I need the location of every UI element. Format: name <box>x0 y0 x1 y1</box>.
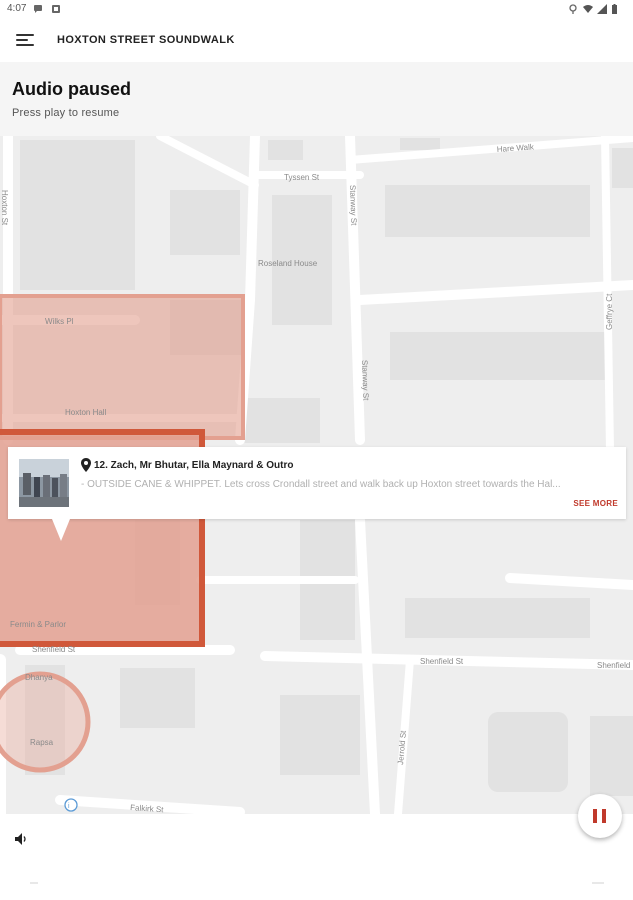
menu-icon[interactable] <box>16 32 36 48</box>
map-label-roseland-house: Roseland House <box>258 259 318 268</box>
audio-status-subtitle: Press play to resume <box>12 107 120 119</box>
status-time: 4:07 <box>7 3 27 14</box>
chat-notification-icon <box>34 5 42 13</box>
signal-icon <box>597 4 607 14</box>
audio-status-title: Audio paused <box>12 79 132 99</box>
map-label-dhanya: Dhanya <box>25 673 53 682</box>
stop-title: 12. Zach, Mr Bhutar, Ella Maynard & Outr… <box>94 460 294 471</box>
street-label-stanway-lower: Stanway St <box>360 360 370 402</box>
street-label-shenfield-mid: Shenfield St <box>420 657 464 666</box>
map-label-fermin-parlor: Fermin & Parlor <box>10 620 66 629</box>
street-label-hoxton-st: Hoxton St <box>0 190 9 226</box>
street-label-stanway-upper: Stanway St <box>348 185 358 227</box>
nav-hint-right <box>592 882 604 884</box>
location-info-card[interactable]: 12. Zach, Mr Bhutar, Ella Maynard & Outr… <box>8 447 626 519</box>
map-label-hoxton-hall: Hoxton Hall <box>65 408 107 417</box>
location-thumbnail <box>19 459 69 507</box>
bottom-player-bar <box>0 814 633 900</box>
street-label-tyssen-st: Tyssen St <box>284 173 320 182</box>
street-label-shenfield-right: Shenfield <box>597 661 630 670</box>
map-zone-area-1 <box>0 294 245 440</box>
nav-hint-left <box>30 882 38 884</box>
see-more-link[interactable]: SEE MORE <box>573 499 618 508</box>
volume-icon[interactable] <box>14 832 28 846</box>
pause-button[interactable] <box>578 794 622 838</box>
app-title: HOXTON STREET SOUNDWALK <box>57 34 235 46</box>
map-zone-circle <box>0 671 91 773</box>
app-bar: HOXTON STREET SOUNDWALK <box>0 20 633 62</box>
street-label-wilks-pl: Wilks Pl <box>45 317 74 326</box>
street-label-falkirk-st: Falkirk St <box>130 803 165 814</box>
street-label-geffrye-ct: Geffrye Ct <box>605 293 614 330</box>
info-card-pointer <box>52 519 70 541</box>
status-bar: 4:07 <box>0 0 633 20</box>
location-status-icon <box>569 4 577 14</box>
photo-notification-icon <box>52 5 60 13</box>
battery-icon <box>612 4 617 14</box>
map-label-rapsa: Rapsa <box>30 738 54 747</box>
pause-icon <box>593 809 597 823</box>
audio-status-panel: Audio paused Press play to resume <box>0 62 633 136</box>
map-pin-icon <box>81 458 91 472</box>
location-marker-icon <box>64 798 78 812</box>
wifi-icon <box>583 5 593 13</box>
street-label-shenfield-left: Shenfield St <box>32 645 76 654</box>
stop-description: - OUTSIDE CANE & WHIPPET. Lets cross Cro… <box>81 479 561 490</box>
